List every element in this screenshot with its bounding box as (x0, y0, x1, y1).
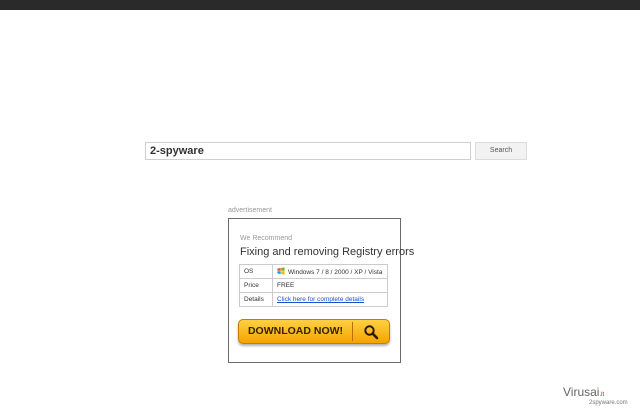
os-value: Windows 7 / 8 / 2000 / XP / Vista (288, 269, 383, 276)
price-value: FREE (272, 278, 388, 293)
watermark-logo: Virusai.lt 2spyware.com (563, 385, 635, 409)
magnifier-icon (364, 325, 379, 340)
os-label: OS (239, 264, 273, 279)
logo-tld: .lt (599, 392, 605, 398)
download-now-button[interactable]: DOWNLOAD NOW! (238, 319, 390, 344)
table-row: Details Click here for complete details (239, 292, 388, 307)
price-label: Price (239, 278, 273, 293)
details-link[interactable]: Click here for complete details (277, 296, 364, 303)
download-button-label: DOWNLOAD NOW! (247, 325, 344, 337)
ad-title: Fixing and removing Registry errors (240, 246, 415, 258)
details-label: Details (239, 292, 273, 307)
details-cell: Click here for complete details (272, 292, 388, 307)
os-value-cell: Windows 7 / 8 / 2000 / XP / Vista (272, 264, 388, 279)
logo-subtitle: 2spyware.com (589, 400, 628, 406)
table-row: OS Windows 7 / 8 / 2000 / XP / Vista (239, 264, 388, 279)
button-divider (352, 322, 353, 341)
advertisement-label: advertisement (228, 207, 272, 214)
we-recommend-text: We Recommend (240, 235, 293, 242)
top-bar (0, 0, 640, 10)
search-input[interactable] (145, 142, 471, 160)
search-button[interactable]: Search (475, 142, 527, 160)
advertisement-box: We Recommend Fixing and removing Registr… (228, 218, 414, 363)
info-table: OS Windows 7 / 8 / 2000 / XP / Vista Pri… (239, 264, 388, 307)
windows-logo-icon (277, 267, 285, 275)
table-row: Price FREE (239, 278, 388, 293)
logo-name: Virusai.lt (563, 385, 605, 399)
